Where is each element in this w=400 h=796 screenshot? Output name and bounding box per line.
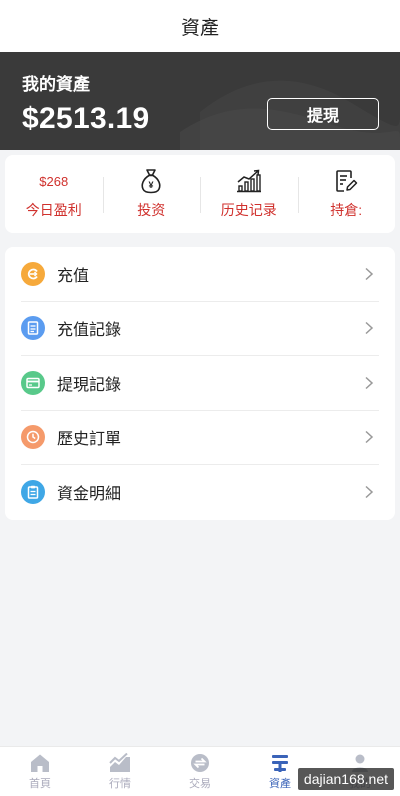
card-icon	[21, 370, 45, 395]
tab-label: 行情	[109, 777, 131, 790]
chevron-right-icon	[365, 431, 374, 444]
menu-item-order-history[interactable]: 歷史訂單	[21, 411, 379, 465]
tab-label: 資產	[269, 777, 291, 790]
page-title: 資產	[180, 17, 219, 39]
clock-icon	[21, 425, 45, 450]
menu-item-label: 充值記錄	[57, 322, 122, 340]
tab-label: 交易	[189, 777, 211, 790]
tab-trade[interactable]: 交易	[160, 747, 240, 796]
chart-icon	[236, 168, 262, 194]
tab-label: 首頁	[29, 777, 51, 790]
today-profit-label: 今日盈利	[25, 202, 82, 218]
trend-icon	[109, 752, 130, 772]
menu-item-label: 歷史訂單	[57, 431, 122, 449]
balance-card: 我的資產 $2513.19 提現	[0, 52, 400, 150]
menu-item-label: 資金明細	[57, 486, 122, 504]
holdings-label: 持倉:	[330, 202, 363, 218]
asset-menu: 充值 充值記錄 提現記錄 歷史訂單 資金明細	[5, 247, 395, 520]
watermark: dajian168.net	[297, 768, 394, 790]
menu-item-recharge-records[interactable]: 充值記錄	[21, 302, 379, 356]
withdraw-button[interactable]: 提現	[267, 98, 379, 130]
history-button[interactable]: 历史记录	[200, 155, 298, 233]
assets-icon	[272, 754, 288, 772]
home-icon	[31, 754, 49, 772]
holdings-button[interactable]: 持倉:	[297, 155, 396, 233]
history-label: 历史记录	[220, 202, 277, 218]
today-profit-value: $268	[39, 173, 69, 189]
clipboard-icon	[21, 480, 45, 505]
today-profit[interactable]: $268 今日盈利	[5, 155, 103, 233]
menu-item-withdraw-records[interactable]: 提現記錄	[21, 356, 379, 411]
menu-item-label: 充值	[57, 267, 90, 285]
svg-text:¥: ¥	[149, 180, 154, 190]
recharge-icon	[21, 261, 45, 286]
tab-home[interactable]: 首頁	[0, 747, 80, 796]
chevron-right-icon	[365, 267, 374, 280]
invest-button[interactable]: ¥ 投资	[102, 155, 201, 233]
invest-label: 投资	[137, 202, 166, 218]
balance-label: 我的資產	[22, 75, 90, 94]
page-header: 資產	[0, 0, 400, 52]
quick-actions: $268 今日盈利 ¥ 投资 历史记录 持倉:	[5, 155, 395, 233]
chevron-right-icon	[365, 376, 374, 389]
edit-note-icon	[334, 168, 358, 194]
menu-item-recharge[interactable]: 充值	[21, 247, 379, 302]
chevron-right-icon	[365, 486, 374, 499]
document-icon	[21, 316, 45, 341]
menu-item-label: 提現記錄	[57, 376, 122, 394]
tab-market[interactable]: 行情	[80, 747, 160, 796]
menu-item-fund-details[interactable]: 資金明細	[21, 465, 379, 520]
chevron-right-icon	[365, 322, 374, 335]
money-bag-icon: ¥	[139, 168, 163, 194]
exchange-icon	[191, 753, 209, 772]
